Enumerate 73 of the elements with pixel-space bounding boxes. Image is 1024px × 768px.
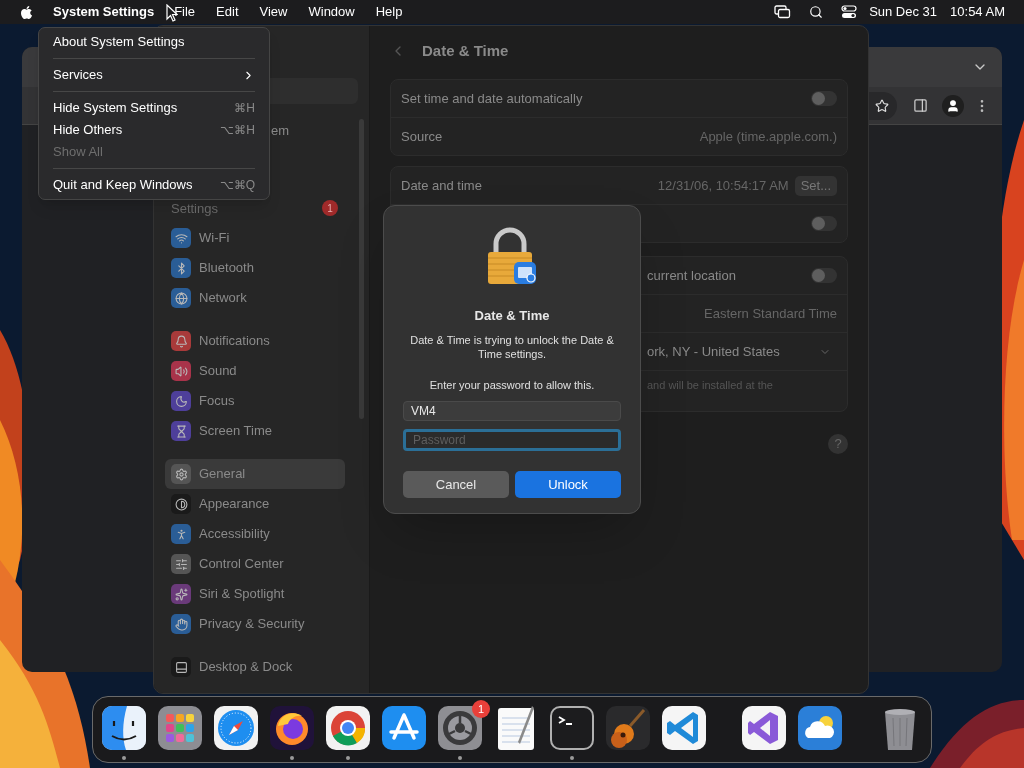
menu-title[interactable]: View [259,2,288,22]
menu-item[interactable]: Services [44,64,264,86]
setting-value: Apple (time.apple.com.) [699,127,837,146]
dialog-message: Date & Time is trying to unlock the Date & Time settings. [409,332,615,361]
setting-label: Source [401,127,443,146]
windows-icon[interactable] [774,5,792,19]
terminal-icon[interactable] [548,704,596,752]
side-panel-icon[interactable] [913,98,928,113]
setting-value: 12/31/06, 10:54:17 AM [657,176,789,195]
setting-label: Set time and date automatically [401,89,583,108]
finder-face-icon[interactable] [100,704,148,752]
menu-item[interactable]: Quit and Keep Windows ⌥⌘Q [44,174,264,196]
cloud-sun-icon[interactable] [796,704,844,752]
sidebar-item[interactable]: Notifications [165,326,345,356]
setting-value: Eastern Standard Time [704,304,837,323]
keyboard-shortcut: ⌘H [234,100,255,117]
search-icon[interactable] [809,5,824,19]
gear-icon[interactable] [436,704,484,752]
ribbon-loop-icon[interactable] [740,704,788,752]
toggle-switch[interactable] [811,216,837,231]
sidebar-item[interactable]: Control Center [165,549,345,579]
apple-logo[interactable] [19,4,34,20]
keyboard-shortcut: ⌥⌘Q [219,177,255,194]
compass-icon[interactable] [212,704,260,752]
setting-label: Date and time [401,176,482,195]
sidebar-item[interactable]: Sound [165,356,345,386]
toggle-switch[interactable] [811,268,837,283]
account-name: em [271,122,291,140]
app-grid-icon[interactable] [156,704,204,752]
sidebar-item[interactable]: Accessibility [165,519,345,549]
sidebar-item[interactable]: Screen Time [165,416,345,446]
profile-icon[interactable] [942,94,964,117]
popup-value[interactable]: ork, NY - United States [647,341,780,362]
menu-title[interactable]: System Settings [53,2,155,22]
sidebar-item[interactable]: Focus [165,386,345,416]
menu-bar-date[interactable]: Sun Dec 31 [869,2,938,22]
app-store-icon[interactable] [380,704,428,752]
setting-label: current location [647,266,736,285]
dialog-title: Date & Time [474,307,550,325]
sidebar-item[interactable]: Privacy & Security [165,609,345,639]
code-editor-icon[interactable] [660,704,708,752]
fox-globe-icon[interactable] [268,704,316,752]
sidebar-item[interactable]: Network [165,283,345,313]
sidebar-item[interactable]: Desktop & Dock [165,652,345,682]
set-button[interactable]: Set... [794,175,837,196]
menu-item[interactable]: Hide System Settings ⌘H [44,97,264,119]
unlock-button[interactable]: Unlock [515,471,621,498]
account-subtitle: Settings [171,199,218,218]
notification-badge: 1 [322,200,338,217]
sidebar-item[interactable]: General [165,459,345,489]
sidebar-item[interactable]: Wi-Fi [165,223,345,253]
menu-title[interactable]: Edit [216,2,239,22]
sidebar-item[interactable]: Appearance [165,489,345,519]
cancel-button[interactable]: Cancel [403,471,509,498]
sidebar-item[interactable]: Bluetooth [165,253,345,283]
menu-item[interactable]: Hide Others ⌥⌘H [44,119,264,141]
notification-badge: 1 [472,700,490,718]
menu-bar-clock[interactable]: 10:54 AM [950,2,1005,22]
sidebar-item[interactable]: Siri & Spotlight [165,579,345,609]
menu-title[interactable]: File [174,2,196,22]
address-bar[interactable] [867,91,897,120]
guitar-icon[interactable] [604,704,652,752]
menu-title[interactable]: Window [308,2,355,22]
page-title: Date & Time [422,40,509,61]
username-field[interactable]: VM4 [403,401,621,421]
toggle-switch[interactable] [811,91,837,106]
star-icon[interactable] [875,98,889,113]
dialog-prompt: Enter your password to allow this. [429,377,595,393]
keyboard-shortcut: ⌥⌘H [220,122,255,139]
menu-title[interactable]: Help [375,2,403,22]
menu-item[interactable]: About System Settings [44,31,264,53]
control-center-icon[interactable] [841,5,858,19]
browser-ring-icon[interactable] [324,704,372,752]
